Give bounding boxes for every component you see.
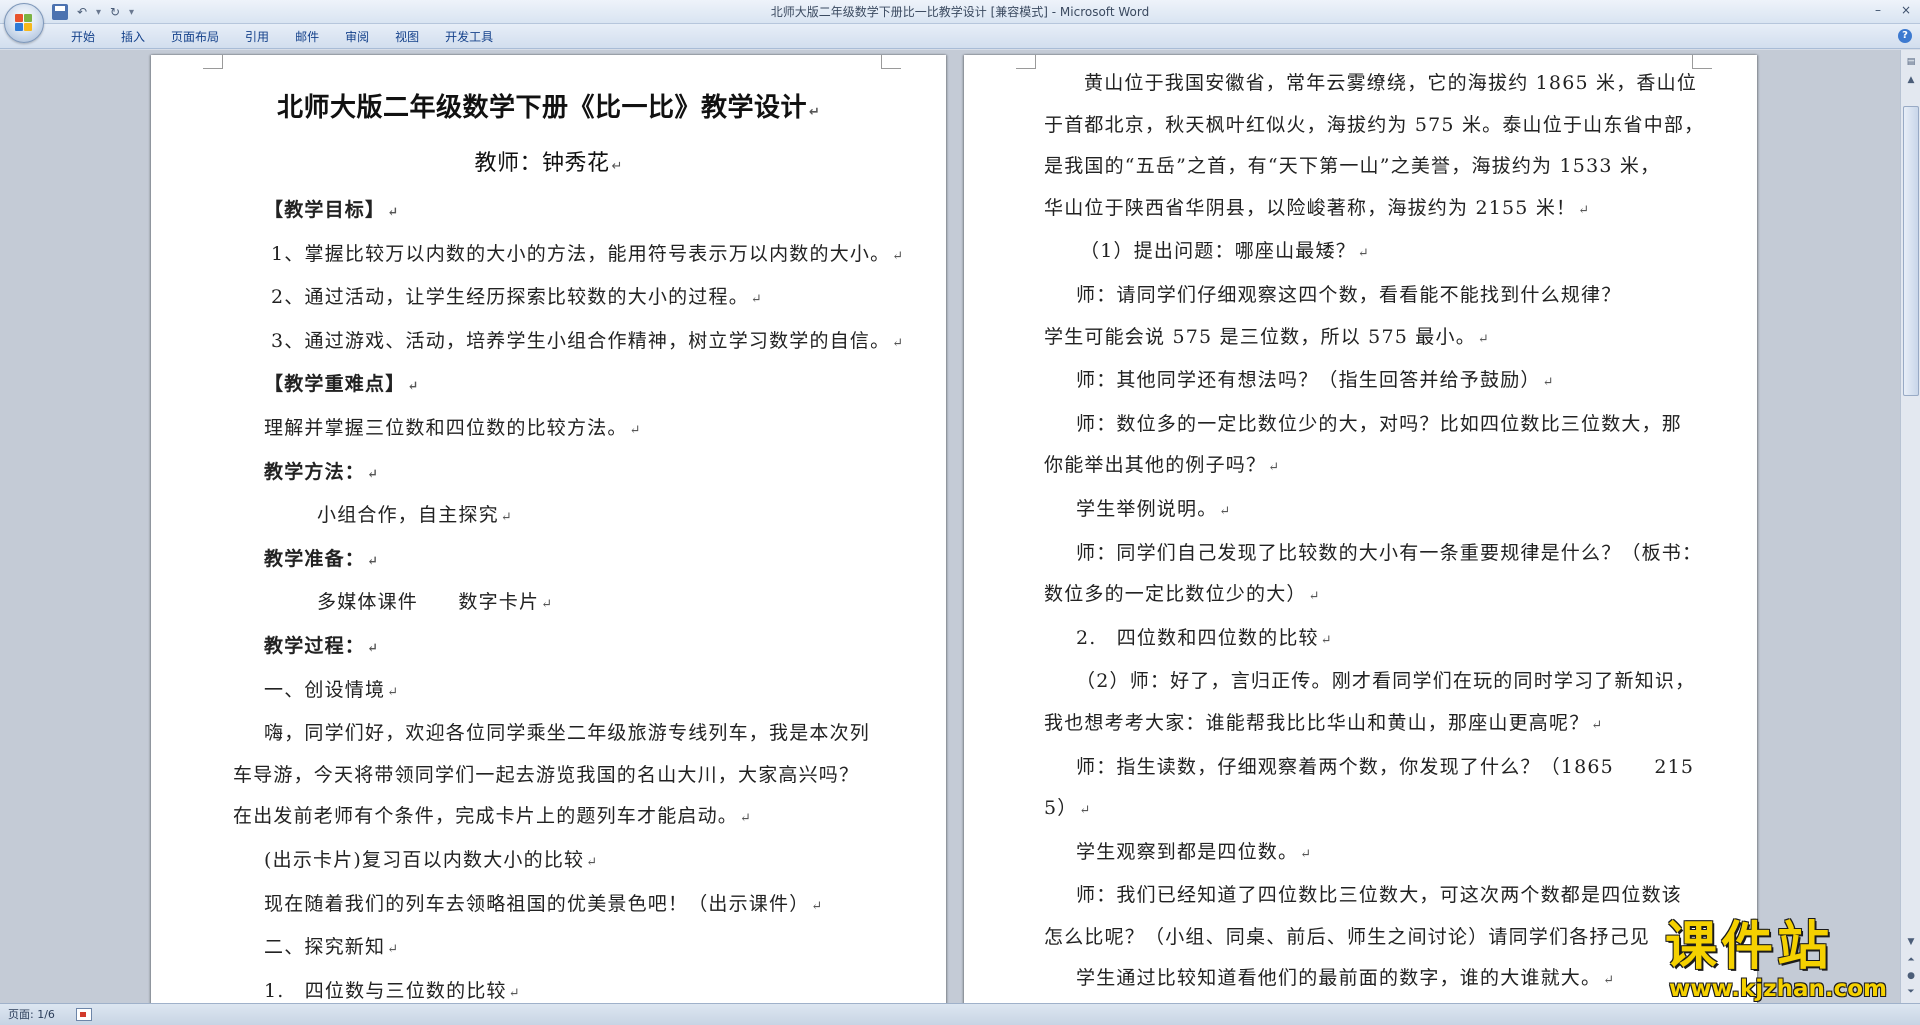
undo-dropdown-icon[interactable]: ▾: [96, 7, 101, 18]
tab-home[interactable]: 开始: [58, 28, 108, 47]
watermark-url: www.kjzhan.com: [1669, 976, 1887, 1002]
paragraph: 数位多的一定比数位少的大） ↵: [1044, 583, 1320, 606]
vertical-scrollbar[interactable]: ▤ ▲ ▼ ⏶ ● ⏷: [1900, 50, 1920, 1003]
dropdown-arrow-icon[interactable]: ▾: [129, 7, 134, 18]
paragraph: 师：指生读数，仔细观察着两个数，你发现了什么？（1865 215: [1076, 755, 1695, 778]
paragraph: 嗨，同学们好，欢迎各位同学乘坐二年级旅游专线列车，我是本次列: [264, 722, 871, 745]
paragraph: 师：我们已经知道了四位数比三位数大，可这次两个数都是四位数该: [1076, 884, 1683, 907]
document-body: 【教学目标】 ↵ 1、掌握比较万以内数的大小的方法，能用符号表示万以内数的大小。 ↵…: [151, 190, 946, 1003]
tab-mailings[interactable]: 邮件: [282, 28, 332, 47]
quick-access-toolbar: ↶ ▾ ↻ ▾: [52, 3, 134, 21]
paragraph: 3、通过游戏、活动，培养学生小组合作精神，树立学习数学的自信。 ↵: [271, 329, 904, 352]
close-icon[interactable]: ×: [1898, 2, 1914, 18]
previous-page-icon[interactable]: ⏶: [1903, 952, 1919, 968]
document-page-1[interactable]: 北师大版二年级数学下册《比一比》教学设计 ↵ 教师：钟秀花 ↵ 【教学目标】 ↵ 1、…: [151, 55, 946, 1003]
watermark-logo: 课件站 www.kjzhan.com: [1665, 918, 1905, 1006]
paragraph: 黄山位于我国安徽省，常年云雾缭绕，它的海拔约 1865 米，香山位: [1084, 72, 1698, 94]
window-title: 北师大版二年级数学下册比一比教学设计 [兼容模式] - Microsoft Wo…: [770, 5, 1150, 19]
office-logo-icon: [15, 14, 33, 32]
ribbon: 开始 插入 页面布局 引用 邮件 审阅 视图 开发工具 ?: [0, 24, 1920, 49]
paragraph: 2. 四位数和四位数的比较 ↵: [1076, 626, 1332, 649]
paragraph: 5） ↵: [1044, 797, 1091, 820]
paragraph: 教学过程： ↵: [264, 634, 378, 657]
paragraph: 华山位于陕西省华阴县，以险峻著称，海拔约为 2155 米！ ↵: [1044, 196, 1590, 219]
paragraph: 师：其他同学还有想法吗？（指生回答并给予鼓励） ↵: [1076, 369, 1554, 392]
crop-mark: [203, 55, 223, 69]
paragraph: 1. 四位数与三位数的比较 ↵: [264, 979, 520, 1002]
document-page-2[interactable]: 黄山位于我国安徽省，常年云雾缭绕，它的海拔约 1865 米，香山位 于首都北京，…: [964, 55, 1757, 1003]
paragraph: 学生通过比较知道看他们的最前面的数字，谁的大谁就大。 ↵: [1076, 967, 1615, 990]
tab-review[interactable]: 审阅: [332, 28, 382, 47]
paragraph: 师：数位多的一定比数位少的大，对吗？比如四位数比三位数大，那: [1076, 412, 1683, 435]
tab-page-layout[interactable]: 页面布局: [158, 28, 232, 47]
paragraph: 二、探究新知 ↵: [264, 936, 399, 959]
paragraph: 在出发前老师有个条件，完成卡片上的题列车才能启动。 ↵: [233, 805, 751, 828]
paragraph: 多媒体课件 数字卡片 ↵: [317, 591, 553, 614]
paragraph: 教学准备： ↵: [264, 547, 378, 570]
paragraph: 学生举例说明。 ↵: [1076, 497, 1231, 520]
tab-developer[interactable]: 开发工具: [432, 28, 506, 47]
help-icon[interactable]: ?: [1898, 29, 1912, 43]
paragraph: 1、掌握比较万以内数的大小的方法，能用符号表示万以内数的大小。 ↵: [271, 242, 904, 265]
paragraph: 怎么比呢？（小组、同桌、前后、师生之间讨论）请同学们各抒己见: [1044, 925, 1651, 948]
paragraph: 车导游，今天将带领同学们一起去游览我国的名山大川，大家高兴吗？: [233, 763, 860, 786]
document-area: 北师大版二年级数学下册《比一比》教学设计 ↵ 教师：钟秀花 ↵ 【教学目标】 ↵ 1、…: [0, 50, 1900, 1003]
watermark-text: 课件站: [1665, 917, 1834, 977]
paragraph: 于首都北京，秋天枫叶红似火，海拔约为 575 米。泰山位于山东省中部，: [1044, 113, 1705, 136]
paragraph: 【教学重难点】 ↵: [264, 373, 419, 396]
scrollbar-thumb[interactable]: [1903, 106, 1919, 396]
page-counter[interactable]: 页面: 1/6: [8, 1007, 55, 1023]
undo-icon[interactable]: ↶: [74, 4, 90, 20]
paragraph: 学生可能会说 575 是三位数，所以 575 最小。 ↵: [1044, 325, 1489, 348]
title-bar: ↶ ▾ ↻ ▾ 北师大版二年级数学下册比一比教学设计 [兼容模式] - Micr…: [0, 0, 1920, 24]
minimize-icon[interactable]: –: [1870, 2, 1886, 18]
paragraph: 学生观察到都是四位数。 ↵: [1076, 840, 1312, 863]
paragraph: 师：同学们自己发现了比较数的大小有一条重要规律是什么？（板书：: [1076, 541, 1703, 564]
browse-object-icon[interactable]: ●: [1903, 968, 1919, 984]
paragraph: 2、通过活动，让学生经历探索比较数的大小的过程。 ↵: [271, 286, 762, 309]
save-icon[interactable]: [52, 4, 68, 20]
document-body: 黄山位于我国安徽省，常年云雾缭绕，它的海拔约 1865 米，香山位 于首都北京，…: [964, 63, 1757, 1002]
paragraph: 师：请同学们仔细观察这四个数，看看能不能找到什么规律？: [1076, 283, 1622, 306]
paragraph: 理解并掌握三位数和四位数的比较方法。 ↵: [264, 416, 641, 439]
tab-references[interactable]: 引用: [232, 28, 282, 47]
paragraph: 你能举出其他的例子吗？ ↵: [1044, 454, 1280, 477]
paragraph: （2）师：好了，言归正传。刚才看同学们在玩的同时学习了新知识，: [1076, 670, 1696, 693]
document-title: 北师大版二年级数学下册《比一比》教学设计 ↵: [277, 93, 820, 123]
scroll-up-icon[interactable]: ▲: [1903, 72, 1919, 88]
tab-view[interactable]: 视图: [382, 28, 432, 47]
paragraph: 小组合作，自主探究 ↵: [317, 504, 512, 527]
paragraph: 【教学目标】 ↵: [264, 199, 399, 221]
status-bar: 页面: 1/6: [0, 1003, 1920, 1025]
paragraph: 一、创设情境 ↵: [264, 678, 399, 701]
office-button[interactable]: [4, 3, 44, 43]
paragraph: 是我国的“五岳”之首，有“天下第一山”之美誉，海拔约为 1533 米，: [1044, 155, 1661, 178]
ribbon-tabs: 开始 插入 页面布局 引用 邮件 审阅 视图 开发工具: [58, 28, 506, 47]
next-page-icon[interactable]: ⏷: [1903, 984, 1919, 1000]
crop-mark: [881, 55, 901, 69]
paragraph: （1）提出问题：哪座山最矮？ ↵: [1080, 240, 1369, 263]
redo-icon[interactable]: ↻: [107, 4, 123, 20]
proofing-status-icon[interactable]: [76, 1008, 92, 1021]
document-author: 教师：钟秀花 ↵: [474, 151, 623, 176]
paragraph: 教学方法： ↵: [264, 460, 378, 483]
paragraph: (出示卡片)复习百以内数大小的比较 ↵: [264, 848, 598, 871]
window-controls: – ×: [1870, 2, 1914, 18]
tab-insert[interactable]: 插入: [108, 28, 158, 47]
ruler-toggle-icon[interactable]: ▤: [1903, 54, 1919, 70]
scroll-down-icon[interactable]: ▼: [1903, 934, 1919, 950]
paragraph: 我也想考考大家：谁能帮我比比华山和黄山，那座山更高呢？ ↵: [1044, 711, 1603, 734]
paragraph: 现在随着我们的列车去领略祖国的优美景色吧！（出示课件） ↵: [264, 892, 823, 915]
